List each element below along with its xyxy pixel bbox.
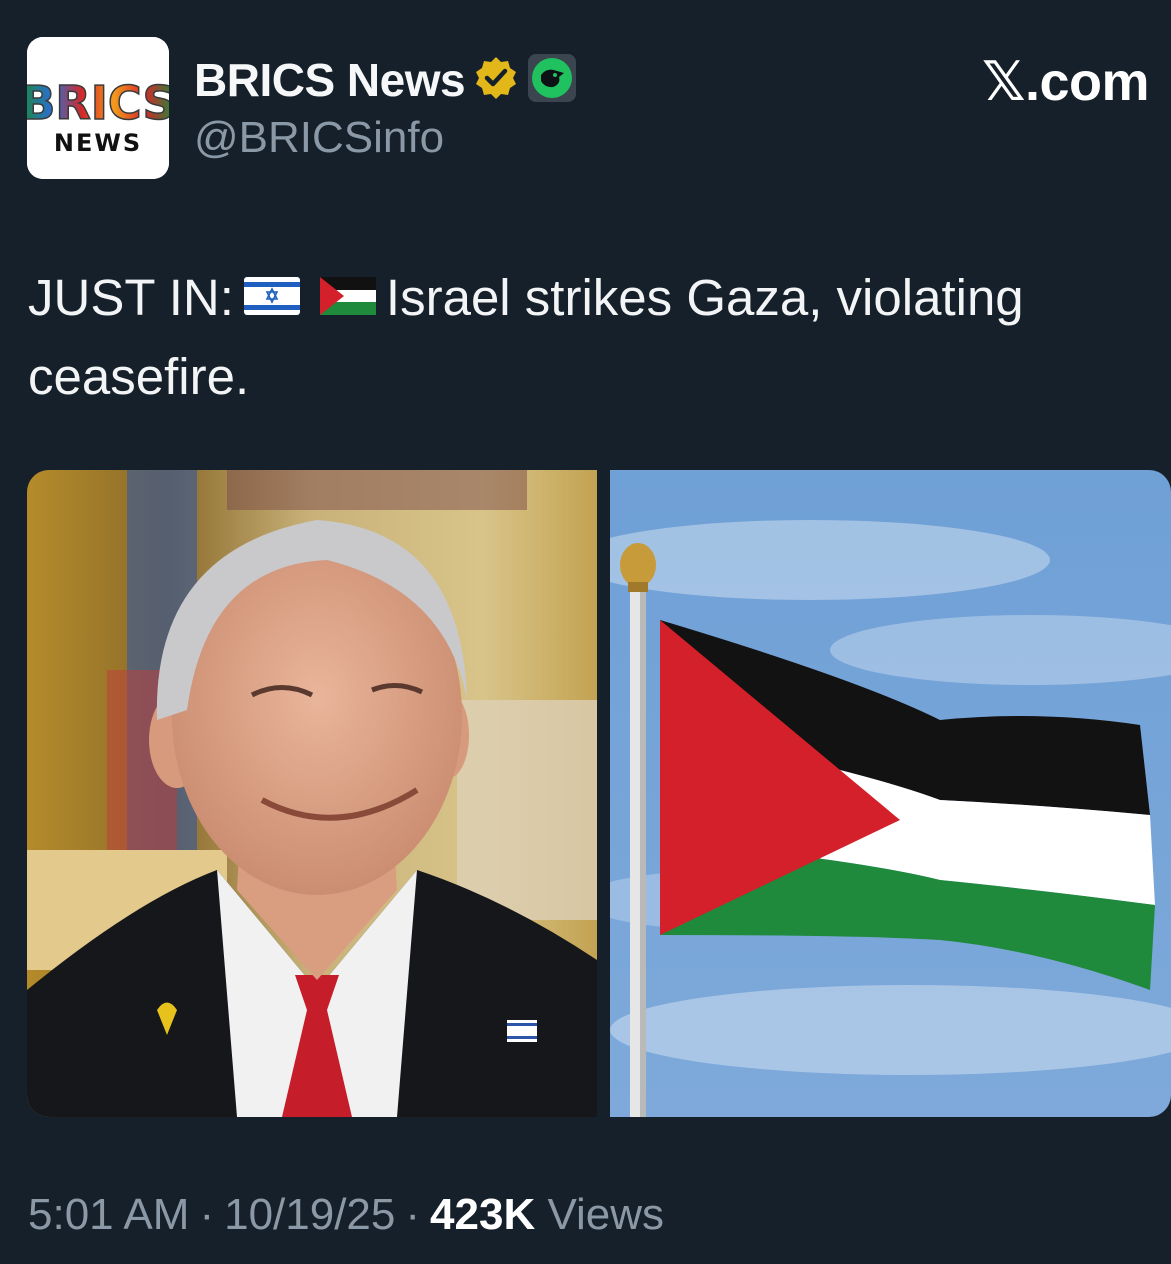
x-logo-icon: 𝕏	[981, 50, 1026, 113]
views-count: 423K	[430, 1190, 536, 1239]
meta-separator: ·	[199, 1190, 215, 1239]
portrait-photo[interactable]	[27, 470, 597, 1117]
flag-photo[interactable]	[610, 470, 1171, 1117]
tweet-meta: 5:01 AM · 10/19/25 · 423K Views	[28, 1190, 664, 1240]
display-name[interactable]: BRICS News	[194, 53, 466, 107]
source-site-label: 𝕏 .com	[981, 50, 1150, 113]
account-handle[interactable]: @BRICSinfo	[194, 113, 444, 163]
tweet-text-line1: Israel strikes Gaza, violating	[385, 269, 1024, 326]
affiliate-badge-icon	[527, 53, 577, 108]
tweet-text-line2: ceasefire.	[28, 348, 250, 406]
brics-news-logo: BRICS NEWS	[27, 37, 169, 179]
site-suffix: .com	[1024, 51, 1150, 112]
tweet-text: JUST IN: Israel strikes Gaza, violating …	[28, 262, 1138, 412]
tweet-date[interactable]: 10/19/25	[224, 1190, 395, 1240]
tweet-time[interactable]: 5:01 AM	[28, 1190, 189, 1240]
verified-badge-icon	[473, 55, 519, 106]
meta-separator: ·	[405, 1190, 421, 1239]
israel-flag-icon	[243, 262, 300, 333]
svg-text:BRICS: BRICS	[27, 76, 169, 130]
account-name-row: BRICS News	[194, 52, 577, 108]
svg-text:NEWS: NEWS	[54, 129, 142, 157]
account-avatar[interactable]: BRICS NEWS	[27, 37, 169, 179]
tweet-prefix: JUST IN:	[28, 269, 234, 326]
tweet-media[interactable]	[27, 470, 1171, 1117]
views-label: Views	[547, 1190, 665, 1239]
palestine-flag-icon	[319, 262, 376, 333]
